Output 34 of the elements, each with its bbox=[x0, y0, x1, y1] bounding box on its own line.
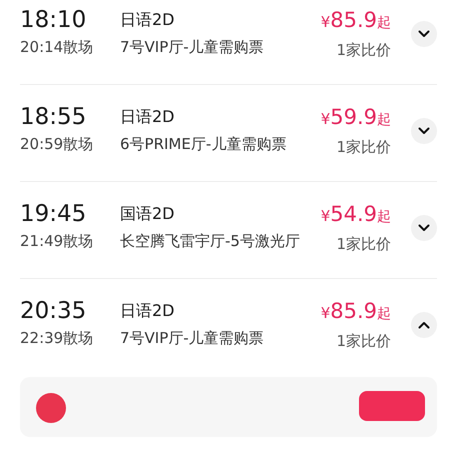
collapse-button[interactable] bbox=[411, 312, 437, 338]
language-format: 日语2D bbox=[120, 9, 176, 31]
start-time: 20:35 bbox=[20, 297, 88, 326]
price: ¥85.9起 bbox=[320, 7, 391, 34]
hall-name: 7号VIP厅-儿童需购票 bbox=[120, 37, 265, 58]
price-compare: 1家比价 bbox=[336, 234, 391, 255]
chevron-icon bbox=[418, 30, 430, 38]
hall-name: 7号VIP厅-儿童需购票 bbox=[120, 328, 265, 349]
expand-button[interactable] bbox=[411, 118, 437, 144]
price-compare: 1家比价 bbox=[336, 40, 391, 61]
price: ¥85.9起 bbox=[320, 298, 391, 325]
buy-button[interactable] bbox=[359, 391, 425, 421]
language-format: 日语2D bbox=[120, 300, 176, 322]
price: ¥59.9起 bbox=[320, 104, 391, 131]
price: ¥54.9起 bbox=[320, 201, 391, 228]
hall-name: 6号PRIME厅-儿童需购票 bbox=[120, 134, 288, 155]
hall-name: 长空腾飞雷宇厅-5号激光厅 bbox=[120, 231, 301, 252]
start-time: 19:45 bbox=[20, 200, 88, 229]
end-time: 22:39散场 bbox=[20, 328, 94, 349]
expand-button[interactable] bbox=[411, 20, 437, 46]
end-time: 20:59散场 bbox=[20, 134, 94, 155]
end-time: 21:49散场 bbox=[20, 231, 94, 252]
expand-button[interactable] bbox=[411, 214, 437, 240]
language-format: 国语2D bbox=[120, 203, 176, 225]
start-time: 18:10 bbox=[20, 6, 88, 35]
price-compare: 1家比价 bbox=[336, 137, 391, 158]
language-format: 日语2D bbox=[120, 106, 176, 128]
end-time: 20:14散场 bbox=[20, 37, 94, 58]
chevron-icon bbox=[418, 320, 430, 328]
price-compare: 1家比价 bbox=[336, 331, 391, 352]
start-time: 18:55 bbox=[20, 103, 88, 132]
chevron-icon bbox=[418, 126, 430, 134]
chevron-icon bbox=[418, 224, 430, 232]
vendor-logo-icon bbox=[36, 393, 66, 423]
